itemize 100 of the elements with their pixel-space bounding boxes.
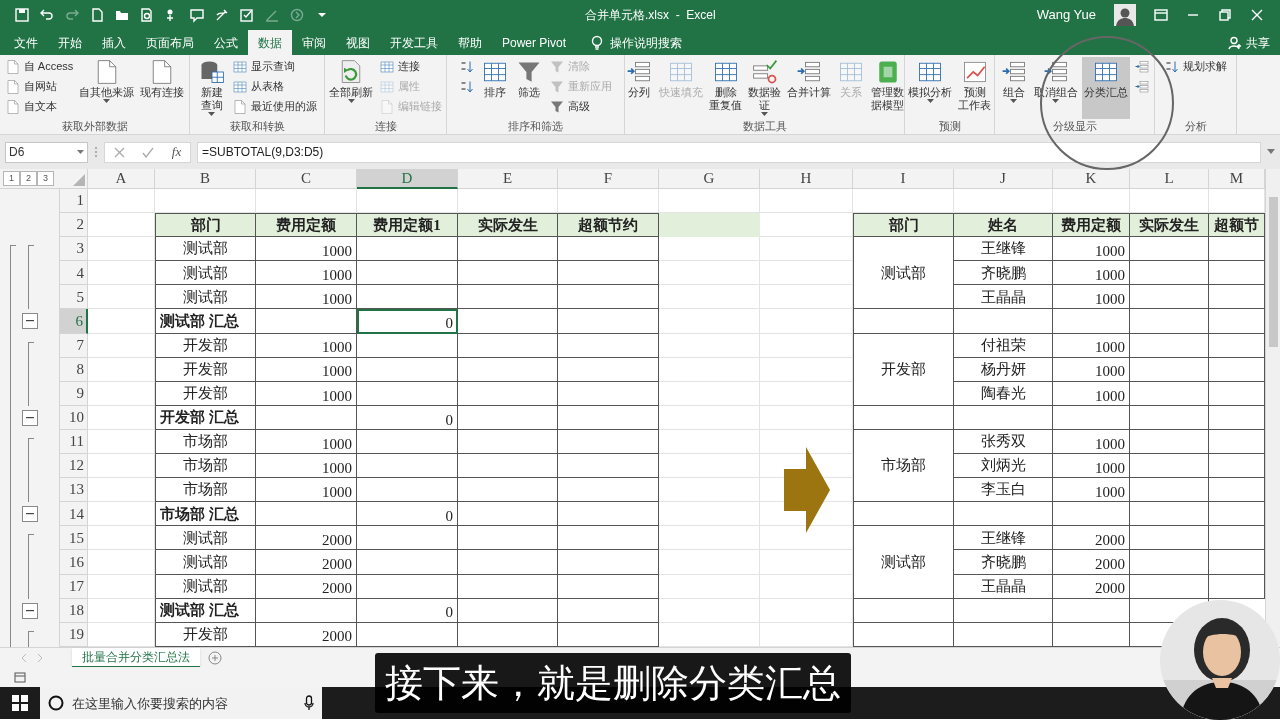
header-cell: 实际发生 bbox=[1130, 213, 1209, 238]
ribbon-button[interactable]: 排序 bbox=[479, 57, 511, 119]
name-box[interactable]: D6 bbox=[5, 141, 88, 163]
ribbon-button[interactable]: 删除 重复值 bbox=[707, 57, 744, 119]
column-header[interactable]: G bbox=[659, 169, 760, 189]
share-button[interactable]: 共享 bbox=[1228, 30, 1270, 55]
ribbon-tab[interactable]: 审阅 bbox=[292, 30, 336, 55]
ribbon-button[interactable]: 现有连接 bbox=[138, 57, 187, 119]
search-bar[interactable]: 在这里输入你要搜索的内容 bbox=[40, 687, 322, 719]
ribbon-tab[interactable]: 数据 bbox=[248, 30, 292, 55]
row-header[interactable]: 8 bbox=[60, 357, 88, 382]
row-header[interactable]: 15 bbox=[60, 526, 88, 551]
ribbon-tab[interactable]: 页面布局 bbox=[136, 30, 204, 55]
ribbon-tab[interactable]: Power Pivot bbox=[492, 30, 577, 55]
row-header[interactable]: 12 bbox=[60, 454, 88, 479]
column-header[interactable]: F bbox=[558, 169, 659, 189]
row-header[interactable]: 2 bbox=[60, 213, 88, 238]
ribbon-tab[interactable]: 视图 bbox=[336, 30, 380, 55]
column-header[interactable]: I bbox=[853, 169, 954, 189]
sheet-tab[interactable]: 批量合并分类汇总法 bbox=[72, 647, 200, 668]
column-header[interactable]: H bbox=[760, 169, 853, 189]
column-header[interactable]: M bbox=[1209, 169, 1265, 189]
row-header[interactable]: 11 bbox=[60, 429, 88, 455]
table-cell: 1000 bbox=[1053, 381, 1130, 406]
table-cell: 开发部 bbox=[155, 357, 256, 382]
ribbon-button[interactable]: 组合 bbox=[997, 57, 1030, 119]
ribbon-button[interactable]: 预测 工作表 bbox=[956, 57, 993, 119]
row-header[interactable]: 9 bbox=[60, 381, 88, 406]
ribbon-button[interactable]: 连接 bbox=[377, 57, 444, 76]
outline-level-button[interactable]: 2 bbox=[20, 171, 37, 186]
outline-level-button[interactable]: 3 bbox=[37, 171, 54, 186]
column-header[interactable]: L bbox=[1130, 169, 1209, 189]
ribbon-button[interactable]: 分列 bbox=[623, 57, 655, 119]
insert-function-button[interactable]: fx bbox=[171, 142, 182, 162]
row-header[interactable]: 4 bbox=[60, 261, 88, 286]
table-cell: 1000 bbox=[256, 454, 357, 479]
table-cell: 2000 bbox=[1053, 526, 1130, 551]
ribbon-button[interactable]: 显示查询 bbox=[229, 57, 319, 76]
table-cell: 测试部 bbox=[155, 237, 256, 262]
ribbon-tab[interactable]: 插入 bbox=[92, 30, 136, 55]
table-cell: 开发部 汇总 bbox=[155, 405, 256, 430]
ribbon-button[interactable]: 高级 bbox=[547, 97, 614, 116]
table-cell: 测试部 bbox=[853, 237, 954, 310]
table-cell: 陶春光 bbox=[954, 381, 1053, 406]
outline-level-button[interactable]: 1 bbox=[3, 171, 20, 186]
ribbon-button[interactable]: 全部刷新 bbox=[327, 57, 375, 119]
column-header[interactable]: E bbox=[458, 169, 558, 189]
row-header[interactable]: 18 bbox=[60, 598, 88, 623]
ribbon-button[interactable]: 筛选 bbox=[513, 57, 545, 119]
header-cell: 超额节 bbox=[1209, 213, 1265, 238]
ribbon-tab[interactable]: 开发工具 bbox=[380, 30, 448, 55]
table-cell: 王晶晶 bbox=[954, 574, 1053, 599]
header-cell: 超额节约 bbox=[558, 213, 659, 238]
ribbon-button[interactable]: 模拟分析 bbox=[906, 57, 954, 119]
ribbon-button[interactable]: 分类汇总 bbox=[1081, 57, 1130, 119]
ribbon-tab[interactable]: 公式 bbox=[204, 30, 248, 55]
row-header[interactable]: 1 bbox=[60, 189, 88, 214]
row-header[interactable]: 17 bbox=[60, 574, 88, 599]
table-cell: 2000 bbox=[1053, 550, 1130, 575]
ribbon-button[interactable]: 最近使用的源 bbox=[229, 97, 319, 116]
ribbon-button[interactable]: 合并计算 bbox=[785, 57, 833, 119]
header-cell: 费用定额 bbox=[256, 213, 357, 238]
ribbon-button[interactable]: 新建 查询 bbox=[195, 57, 228, 119]
table-cell: 1000 bbox=[1053, 429, 1130, 455]
table-cell: 齐晓鹏 bbox=[954, 550, 1053, 575]
table-cell: 付祖荣 bbox=[954, 333, 1053, 358]
ribbon-button[interactable]: 自网站 bbox=[2, 77, 76, 96]
row-header[interactable]: 7 bbox=[60, 333, 88, 358]
ribbon-button[interactable]: 自文本 bbox=[2, 97, 76, 116]
row-header[interactable]: 3 bbox=[60, 237, 88, 262]
row-header[interactable]: 6 bbox=[60, 309, 88, 334]
row-header[interactable]: 19 bbox=[60, 622, 88, 647]
formula-field[interactable]: =SUBTOTAL(9,D3:D5) bbox=[197, 141, 1261, 163]
ribbon-button[interactable]: 自 Access bbox=[2, 57, 76, 76]
table-cell: 市场部 bbox=[155, 454, 256, 479]
column-header[interactable]: C bbox=[256, 169, 357, 189]
ribbon-button[interactable]: 自其他来源 bbox=[77, 57, 137, 119]
tell-me-search[interactable]: 操作说明搜索 bbox=[590, 30, 683, 55]
ribbon-tab[interactable]: 开始 bbox=[48, 30, 92, 55]
row-header[interactable]: 13 bbox=[60, 478, 88, 503]
column-header[interactable]: B bbox=[155, 169, 256, 189]
table-cell: 测试部 bbox=[155, 285, 256, 310]
header-cell: 部门 bbox=[853, 213, 954, 238]
ribbon-button[interactable]: 从表格 bbox=[229, 77, 319, 96]
column-header[interactable]: D bbox=[357, 169, 458, 189]
row-header[interactable]: 10 bbox=[60, 405, 88, 430]
table-cell: 1000 bbox=[256, 429, 357, 455]
ribbon-tab[interactable]: 帮助 bbox=[448, 30, 492, 55]
row-header[interactable]: 16 bbox=[60, 550, 88, 575]
column-header[interactable]: A bbox=[88, 169, 155, 189]
ribbon-tab[interactable]: 文件 bbox=[4, 30, 48, 55]
column-header[interactable]: K bbox=[1053, 169, 1130, 189]
row-header[interactable]: 5 bbox=[60, 285, 88, 310]
ribbon-button[interactable]: 管理数 据模型 bbox=[869, 57, 906, 119]
row-header[interactable]: 14 bbox=[60, 502, 88, 527]
table-cell: 开发部 bbox=[155, 381, 256, 406]
ribbon-button[interactable]: 数据验 证 bbox=[746, 57, 783, 119]
column-header[interactable]: J bbox=[954, 169, 1053, 189]
table-cell: 1000 bbox=[1053, 357, 1130, 382]
ribbon-button[interactable]: 规划求解 bbox=[1162, 57, 1229, 76]
